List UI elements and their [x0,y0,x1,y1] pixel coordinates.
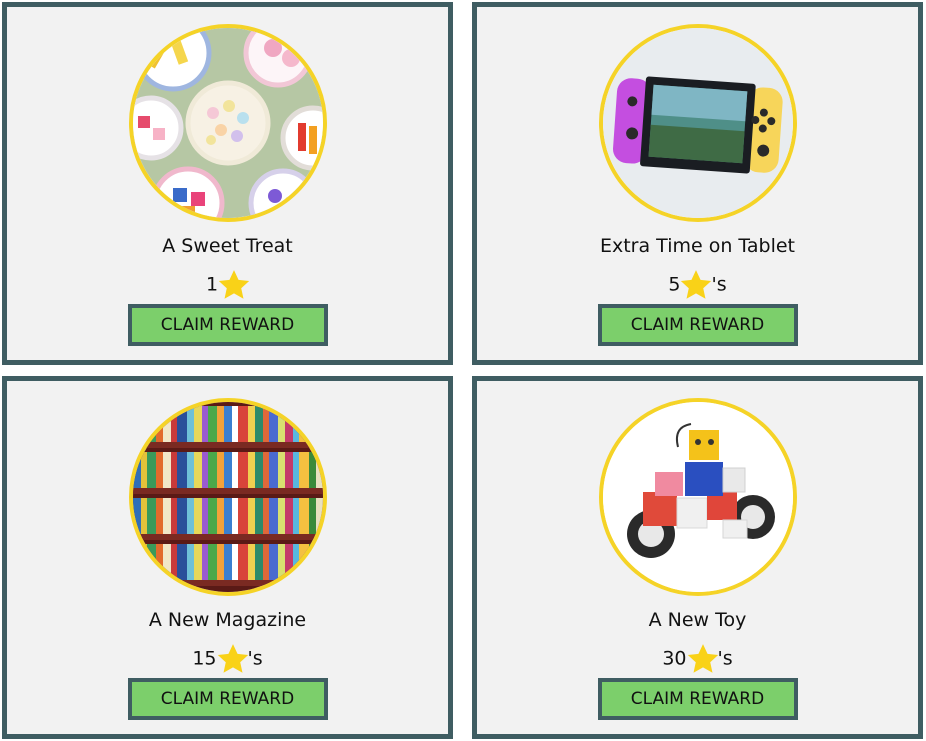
reward-cost: 1 [7,267,448,303]
reward-card: A New Toy 30 's CLAIM REWARD [472,376,923,739]
reward-title: A Sweet Treat [162,235,293,257]
reward-card: A New Magazine 15 's CLAIM REWARD [2,376,453,739]
reward-cost: 5's [477,267,918,303]
claim-reward-button[interactable]: CLAIM REWARD [127,678,328,720]
claim-reward-button[interactable]: CLAIM REWARD [127,304,328,346]
reward-image-bookshelf [128,398,327,596]
rewards-grid: A Sweet Treat 1 CLAIM REWARD Extra Time … [0,0,926,741]
reward-image-game-console [598,24,797,222]
reward-title: A New Toy [648,609,747,631]
star-icon [681,269,712,299]
reward-cost-amount: 15 [192,647,217,670]
reward-image-candy [128,24,327,222]
reward-title: A New Magazine [148,609,307,631]
reward-cost-suffix: 's [717,647,733,670]
reward-image-robot-toy [598,398,797,596]
reward-cost-suffix: 's [247,647,263,670]
reward-cost: 30 's [477,641,918,677]
reward-title: Extra Time on Tablet [599,235,796,257]
star-icon [687,643,718,673]
reward-cost-amount: 30 [662,647,687,670]
star-icon [218,269,250,299]
reward-cost: 15 's [7,641,448,677]
reward-card: Extra Time on Tablet 5's CLAIM REWARD [472,2,923,365]
claim-reward-button[interactable]: CLAIM REWARD [597,678,798,720]
star-icon [217,643,248,673]
claim-reward-button[interactable]: CLAIM REWARD [597,304,798,346]
reward-cost-suffix: 's [711,273,727,296]
reward-card: A Sweet Treat 1 CLAIM REWARD [2,2,453,365]
